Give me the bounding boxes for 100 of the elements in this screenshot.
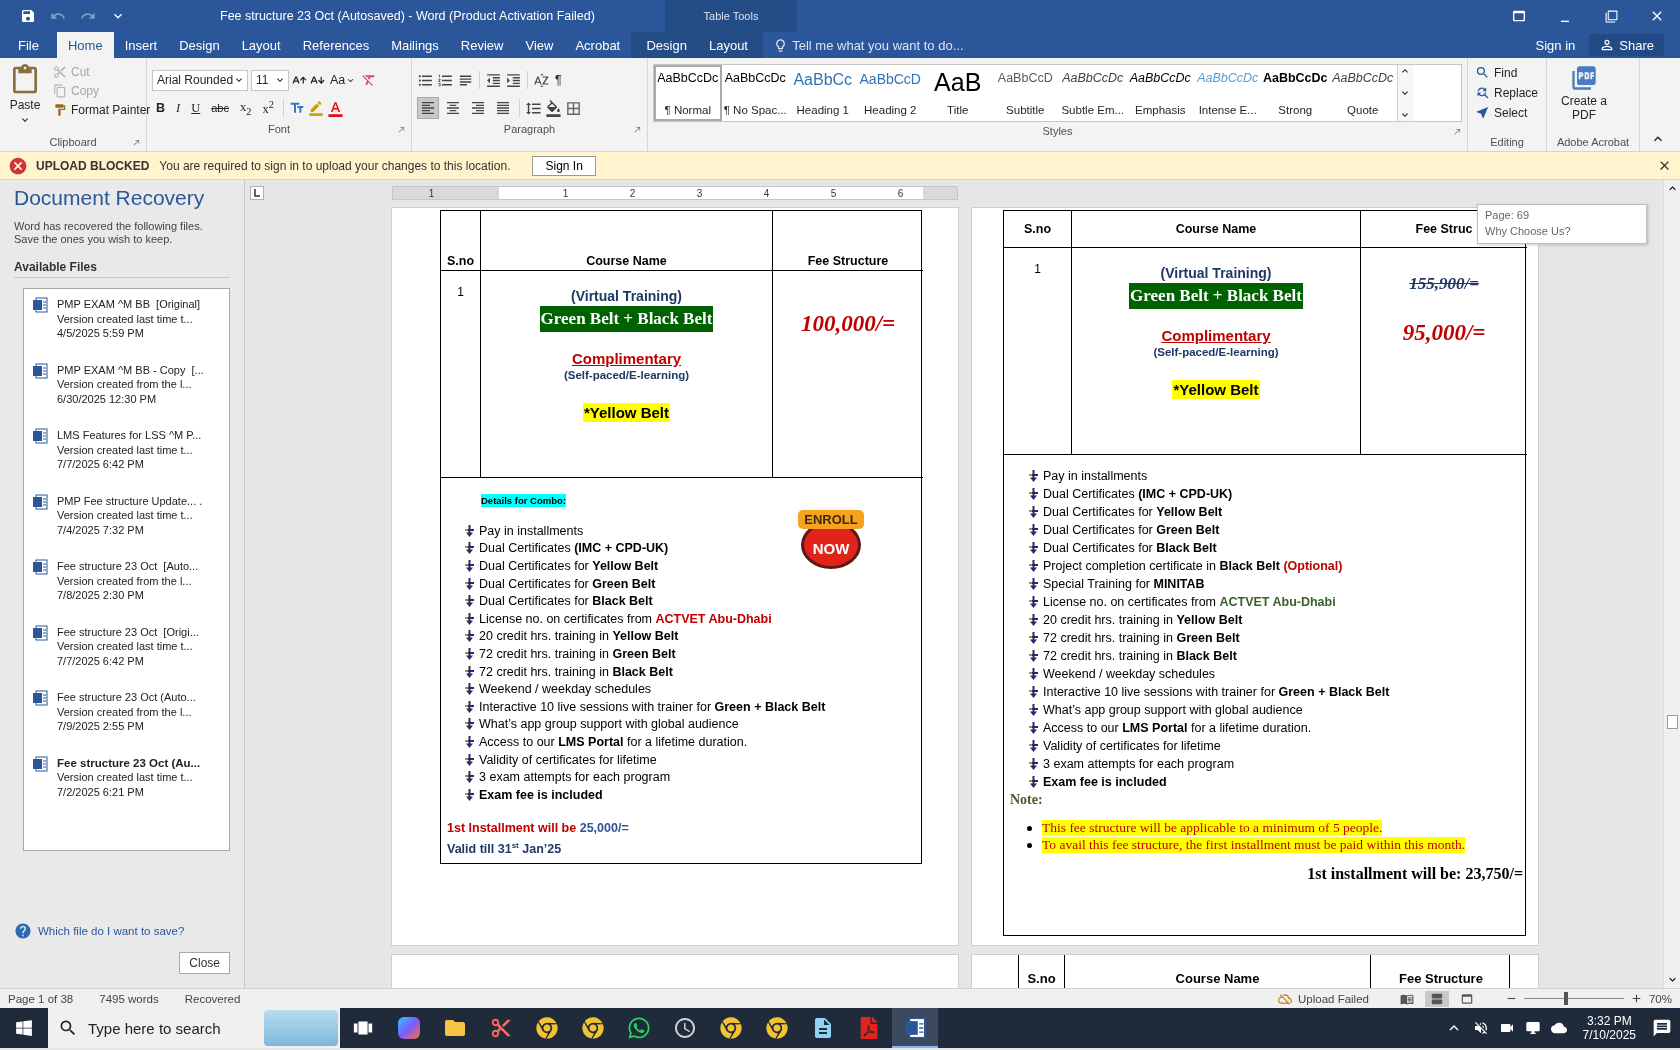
ribbon-tab[interactable]: View [514, 32, 565, 58]
ribbon-display-icon[interactable] [1511, 8, 1527, 24]
change-case-button[interactable]: Aa [328, 73, 359, 87]
format-button[interactable]: U [187, 97, 205, 119]
dialog-launcher-icon[interactable] [397, 124, 406, 134]
font-color-icon[interactable] [326, 99, 344, 117]
format-button[interactable]: B [152, 97, 170, 119]
dialog-launcher-icon[interactable] [1453, 126, 1462, 136]
details-heading: Details for Combo: [481, 494, 566, 507]
file-item[interactable]: LMS Features for LSS ^M P... Version created last time t... 7/7/2025 6:42 PM [24, 422, 229, 488]
tab-stop-icon[interactable] [250, 186, 264, 200]
note-text: This fee structure will be applicable to a minimum of 5 people. [1042, 820, 1383, 836]
muted-speaker-icon[interactable] [1472, 1020, 1489, 1036]
arrow-bullet-icon [1028, 524, 1039, 536]
word-count[interactable]: 7495 words [99, 992, 159, 1005]
page-count[interactable]: Page 1 of 38 [8, 992, 74, 1005]
ribbon-tab[interactable]: Review [449, 32, 515, 58]
sort-icon[interactable] [533, 71, 550, 89]
file-item[interactable]: PMP EXAM ^M BB - Copy [... Version created from the l... 6/30/2025 12:30 PM [24, 356, 229, 422]
context-header: Table Tools [665, 0, 797, 32]
file-item[interactable]: Fee structure 23 Oct [Origi... Version created last time t... 7/7/2025 6:42 PM [24, 618, 229, 684]
share-button[interactable]: Share [1589, 34, 1664, 56]
file-item[interactable]: Fee structure 23 Oct (Au... Version created last time t... 7/2/2025 6:21 PM [24, 749, 229, 815]
font-name-field[interactable]: Arial Rounded [152, 69, 248, 91]
arrow-bullet-icon [1028, 758, 1039, 770]
document-icon [32, 493, 48, 510]
course-line: (Virtual Training) [571, 288, 682, 304]
format-button[interactable]: I [172, 97, 185, 119]
create-pdf-button[interactable]: Create a PDF [1552, 62, 1616, 133]
ribbon-tab[interactable]: Insert [113, 32, 169, 58]
pdf-icon [858, 1017, 880, 1039]
shading-icon[interactable] [545, 99, 562, 117]
show-marks-button[interactable]: ¶ [553, 73, 564, 87]
clock[interactable]: 3:32 PM 7/10/2025 [1582, 1014, 1636, 1042]
document-icon [32, 297, 48, 313]
note-text: To avail this fee structure, the first installment must be paid within this month. [1042, 837, 1466, 853]
format-button[interactable]: abc [207, 97, 233, 119]
ribbon-tab[interactable]: Acrobat [564, 32, 632, 58]
web-layout-icon [1459, 991, 1474, 1006]
decrease-indent-icon[interactable] [485, 71, 502, 89]
help-link[interactable]: Which file do I want to save? [38, 925, 185, 937]
bullet-text: 72 credit hrs. training in Green Belt [479, 646, 676, 661]
monitor-icon[interactable] [1524, 1020, 1541, 1036]
file-item[interactable]: PMP Fee structure Update... . Version created last time t... 7/4/2025 7:32 PM [24, 487, 229, 553]
sign-in-button[interactable]: Sign In [532, 155, 596, 176]
bullet-text: 3 exam attempts for each program [1043, 757, 1235, 771]
borders-icon[interactable] [565, 99, 582, 117]
enroll-label: ENROLL [798, 510, 864, 529]
bullet-text: Validity of certificates for lifetime [1043, 739, 1221, 753]
clock-icon [673, 1016, 697, 1040]
ruler-number: 1 [561, 187, 570, 199]
search-box[interactable]: Type here to search [48, 1008, 340, 1048]
phone-bubble-icon [627, 1016, 651, 1040]
cloud-icon[interactable] [1550, 1020, 1567, 1036]
slider-thumb[interactable] [1563, 992, 1568, 1005]
arrow-bullet-icon [1028, 668, 1039, 680]
search-field[interactable]: Type here to search [86, 1018, 256, 1038]
align-button[interactable] [417, 97, 439, 119]
taskbar-app[interactable] [892, 1008, 938, 1048]
dialog-launcher-icon[interactable] [633, 124, 642, 134]
fee-amount: 100,000/= [800, 311, 896, 337]
bullet-text: Special Training for MINITAB [1043, 577, 1205, 591]
paste-button[interactable]: Paste [5, 62, 45, 133]
increase-indent-icon[interactable] [505, 71, 522, 89]
dialog-launcher-icon[interactable] [132, 137, 141, 147]
serial-number: 1 [1034, 262, 1041, 276]
ribbon-tab[interactable]: Design [168, 32, 231, 58]
restore-icon[interactable] [1604, 9, 1618, 23]
file-item[interactable]: Fee structure 23 Oct (Auto... Version created from the l... 7/9/2025 2:55 PM [24, 684, 229, 750]
ribbon-tab[interactable]: Layout [697, 32, 759, 58]
ribbon-tab[interactable]: Design [635, 32, 698, 58]
tell-me-field[interactable]: Tell me what you want to do... [792, 37, 964, 53]
bullet-text: What’s app group support with global audience [479, 717, 739, 732]
file-item[interactable]: Fee structure 23 Oct [Auto... Version created from the l... 7/8/2025 2:30 PM [24, 553, 229, 619]
scrollbar-thumb[interactable] [1666, 715, 1678, 729]
upload-status[interactable]: Upload Failed [1298, 992, 1369, 1005]
editing-button[interactable]: Find [1473, 64, 1541, 81]
sign-in-link[interactable]: Sign in [1521, 32, 1590, 58]
text-effects-icon[interactable] [288, 100, 305, 116]
save-icon[interactable] [20, 8, 36, 24]
notification-icon[interactable] [1652, 1018, 1672, 1038]
editing-button[interactable]: Replace [1473, 84, 1541, 101]
close-button[interactable]: Close [179, 952, 230, 974]
format-button[interactable]: x$^{2}$ [258, 97, 278, 119]
clipboard-button[interactable]: Format Painter [51, 102, 153, 118]
ribbon-tab[interactable]: File [0, 32, 57, 58]
bullet-text: 20 credit hrs. training in Yellow Belt [479, 629, 679, 644]
ribbon-tab[interactable]: References [291, 32, 381, 58]
arrow-bullet-icon [1028, 488, 1039, 500]
style-option[interactable]: AaBbCcDc ¶ Normal [654, 65, 722, 121]
font-size-field[interactable]: 11 [251, 69, 289, 91]
ribbon-tab[interactable]: Layout [230, 32, 292, 58]
zoom-level[interactable]: 70% [1648, 992, 1672, 1005]
format-button[interactable]: x$_{2}$ [236, 97, 256, 119]
ribbon-tab[interactable]: Home [56, 32, 114, 58]
file-item[interactable]: PMP EXAM ^M BB [Original] Version created last time t... 4/5/2025 5:59 PM [24, 291, 229, 357]
editing-button[interactable]: Select [1473, 104, 1541, 121]
ribbon-tab[interactable]: Mailings [380, 32, 450, 58]
document-icon [32, 559, 48, 575]
view-button[interactable] [1424, 990, 1449, 1007]
